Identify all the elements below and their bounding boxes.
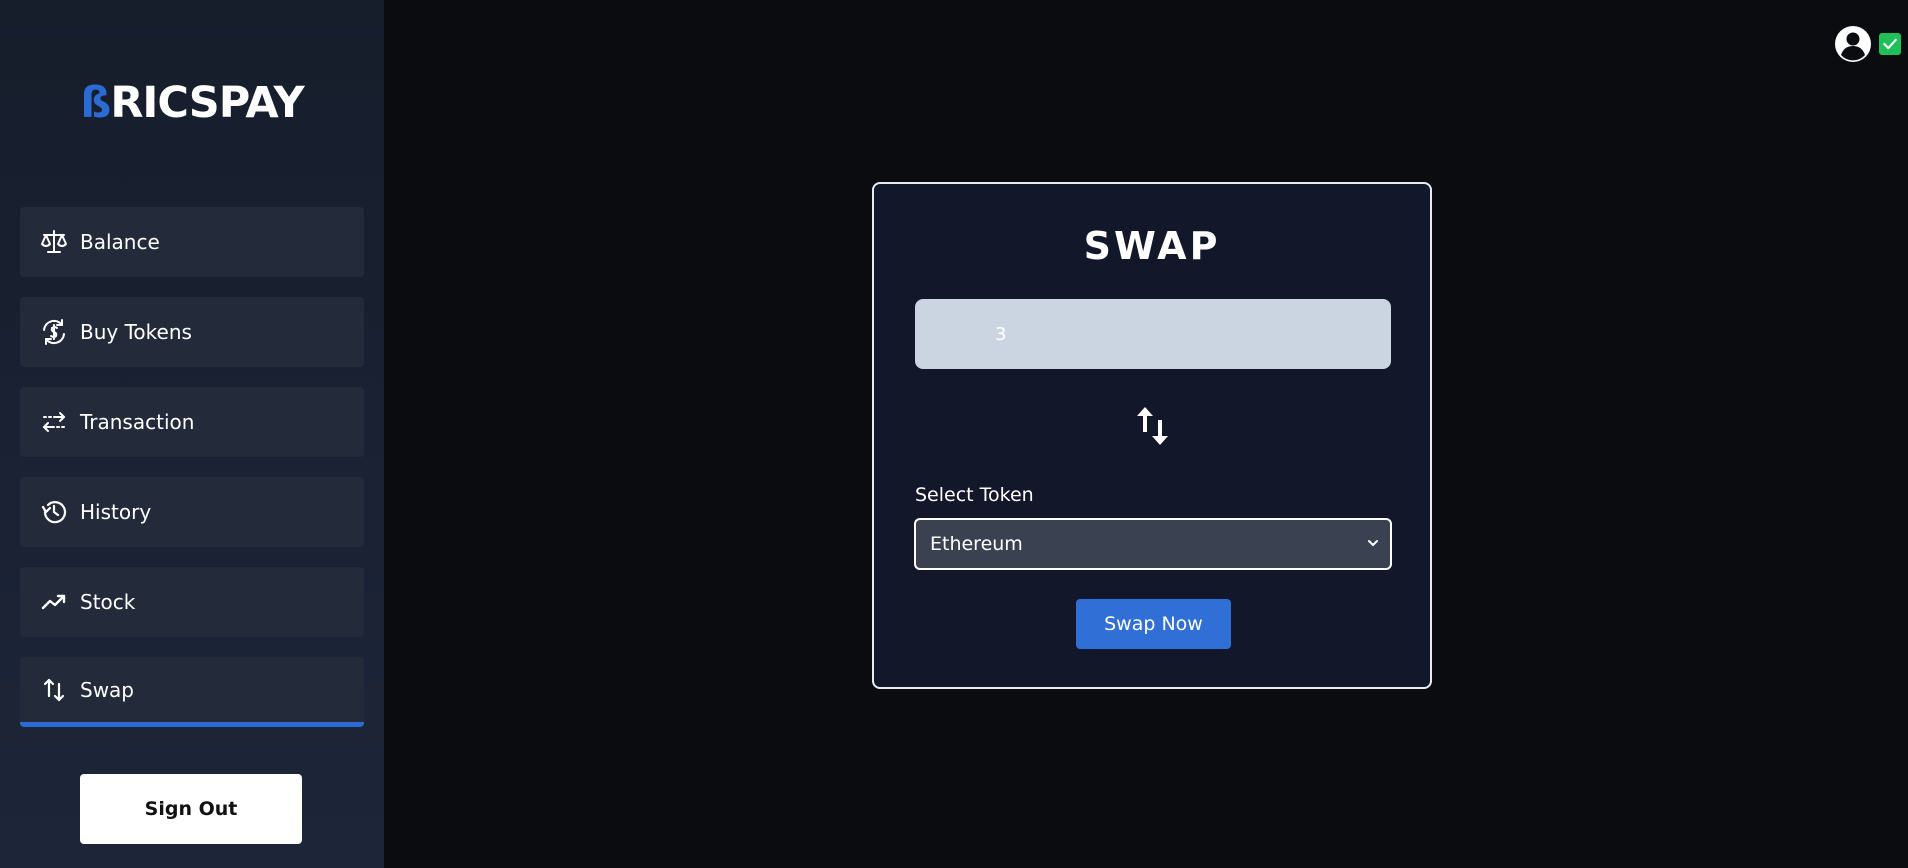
check-badge-icon [1879, 33, 1901, 55]
logo-text: RICSPAY [110, 78, 304, 128]
history-icon [40, 498, 68, 526]
swap-direction-icon[interactable] [1135, 406, 1171, 446]
sidebar-item-label: Buy Tokens [80, 320, 192, 344]
sidebar-item-stock[interactable]: Stock [20, 567, 364, 637]
sidebar: ßRICSPAY Balance Buy Tokens Transaction … [0, 0, 384, 868]
swap-card: SWAP Select Token Ethereum Swap Now [872, 182, 1432, 689]
sidebar-item-history[interactable]: History [20, 477, 364, 547]
sidebar-item-label: History [80, 500, 152, 524]
amount-input[interactable] [915, 299, 1391, 369]
sidebar-item-label: Transaction [80, 410, 195, 434]
dollar-cycle-icon [40, 318, 68, 346]
chevron-down-icon [1368, 540, 1378, 546]
brand-logo: ßRICSPAY [0, 78, 384, 128]
sign-out-button[interactable]: Sign Out [80, 774, 302, 844]
sidebar-item-swap[interactable]: Swap [20, 657, 364, 727]
sidebar-item-buy-tokens[interactable]: Buy Tokens [20, 297, 364, 367]
swap-arrows-icon [40, 676, 68, 704]
transfer-arrows-icon [40, 408, 68, 436]
swap-title: SWAP [1083, 224, 1221, 268]
logo-mark: ß [80, 78, 111, 128]
token-select-value: Ethereum [930, 533, 1023, 555]
sidebar-item-transaction[interactable]: Transaction [20, 387, 364, 457]
sidebar-item-balance[interactable]: Balance [20, 207, 364, 277]
app-root: ßRICSPAY Balance Buy Tokens Transaction … [0, 0, 1908, 868]
select-token-label: Select Token [915, 484, 1034, 506]
scale-icon [40, 228, 68, 256]
token-select[interactable]: Ethereum [914, 518, 1392, 570]
swap-now-button[interactable]: Swap Now [1076, 599, 1231, 649]
trending-up-icon [40, 588, 68, 616]
sidebar-item-label: Stock [80, 590, 136, 614]
user-circle-icon[interactable] [1834, 25, 1872, 63]
sidebar-nav: Balance Buy Tokens Transaction History S… [20, 207, 364, 747]
sidebar-item-label: Balance [80, 230, 160, 254]
sidebar-item-label: Swap [80, 677, 135, 702]
